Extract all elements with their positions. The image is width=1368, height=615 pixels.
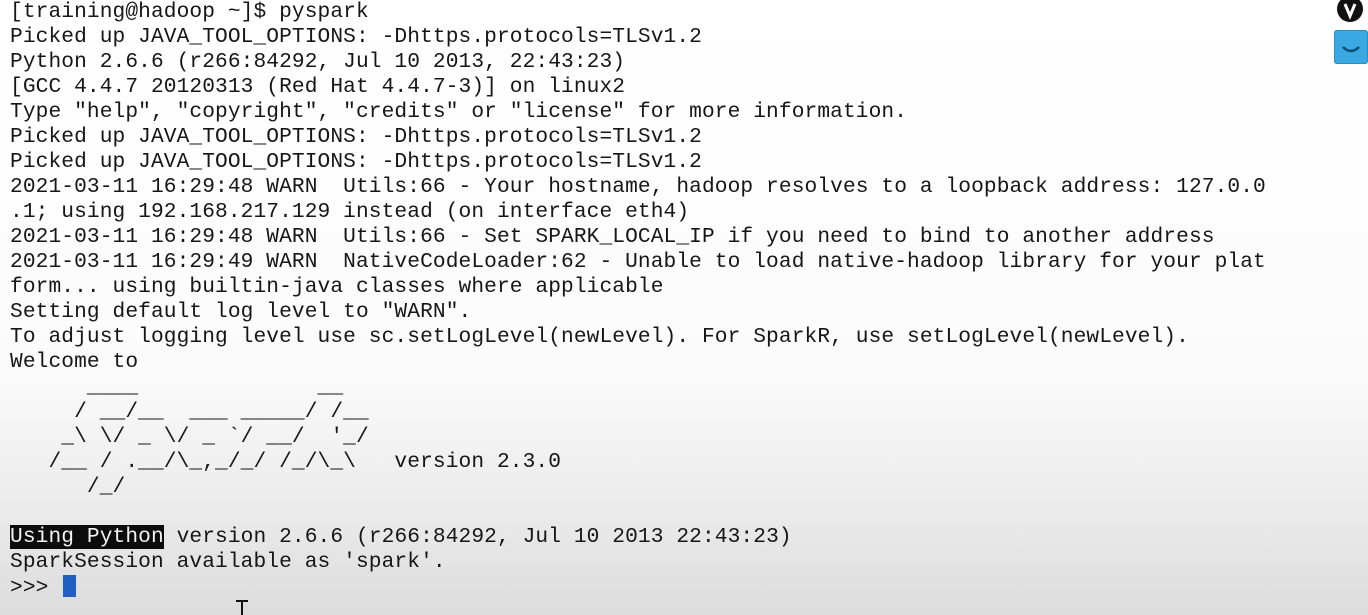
spark-logo-line: /__ / .__/\_,_/_/ /_/\_\ version 2.3.0: [10, 450, 562, 474]
terminal-text: version 2.6.6 (r266:84292, Jul 10 2013 2…: [163, 525, 792, 549]
terminal-line: To adjust logging level use sc.setLogLev…: [10, 325, 1189, 349]
spark-logo-line: _\ \/ _ \/ _ `/ __/ '_/: [10, 425, 369, 449]
chat-widget-icon[interactable]: [1334, 30, 1368, 64]
spark-logo-line: ____ __: [10, 375, 344, 399]
terminal-line: Python 2.6.6 (r266:84292, Jul 10 2013, 2…: [10, 50, 626, 74]
prompt-line[interactable]: >>>: [10, 575, 77, 600]
terminal-line: [GCC 4.4.7 20120313 (Red Hat 4.4.7-3)] o…: [10, 75, 626, 99]
terminal-line: 2021-03-11 16:29:48 WARN Utils:66 - Set …: [10, 225, 1215, 249]
terminal-window[interactable]: [training@hadoop ~]$ pyspark Picked up J…: [10, 0, 1368, 615]
terminal-line: SparkSession available as 'spark'.: [10, 550, 446, 574]
terminal-line: Picked up JAVA_TOOL_OPTIONS: -Dhttps.pro…: [10, 125, 702, 149]
terminal-line: Welcome to: [10, 350, 139, 374]
terminal-line: Type "help", "copyright", "credits" or "…: [10, 100, 908, 124]
spark-logo-line: / __/__ ___ _____/ /__: [10, 400, 369, 424]
text-cursor: [63, 575, 77, 597]
terminal-line: Picked up JAVA_TOOL_OPTIONS: -Dhttps.pro…: [10, 25, 702, 49]
terminal-line-using-python: Using Python version 2.6.6 (r266:84292, …: [10, 525, 792, 550]
terminal-line: Setting default log level to "WARN".: [10, 300, 472, 324]
ibeam-cursor-icon: [236, 600, 248, 615]
screen-capture-icon[interactable]: [1332, 0, 1368, 22]
spark-logo-line: /_/: [10, 475, 126, 499]
terminal-line: .1; using 192.168.217.129 instead (on in…: [10, 200, 690, 224]
terminal-line: [training@hadoop ~]$ pyspark: [10, 0, 369, 24]
terminal-line: 2021-03-11 16:29:49 WARN NativeCodeLoade…: [10, 250, 1266, 274]
terminal-line: Picked up JAVA_TOOL_OPTIONS: -Dhttps.pro…: [10, 150, 702, 174]
python-prompt: >>>: [10, 576, 62, 600]
terminal-line: 2021-03-11 16:29:48 WARN Utils:66 - Your…: [10, 175, 1266, 199]
terminal-line: form... using builtin-java classes where…: [10, 275, 664, 299]
text-selection-highlight[interactable]: Using Python: [10, 525, 164, 549]
